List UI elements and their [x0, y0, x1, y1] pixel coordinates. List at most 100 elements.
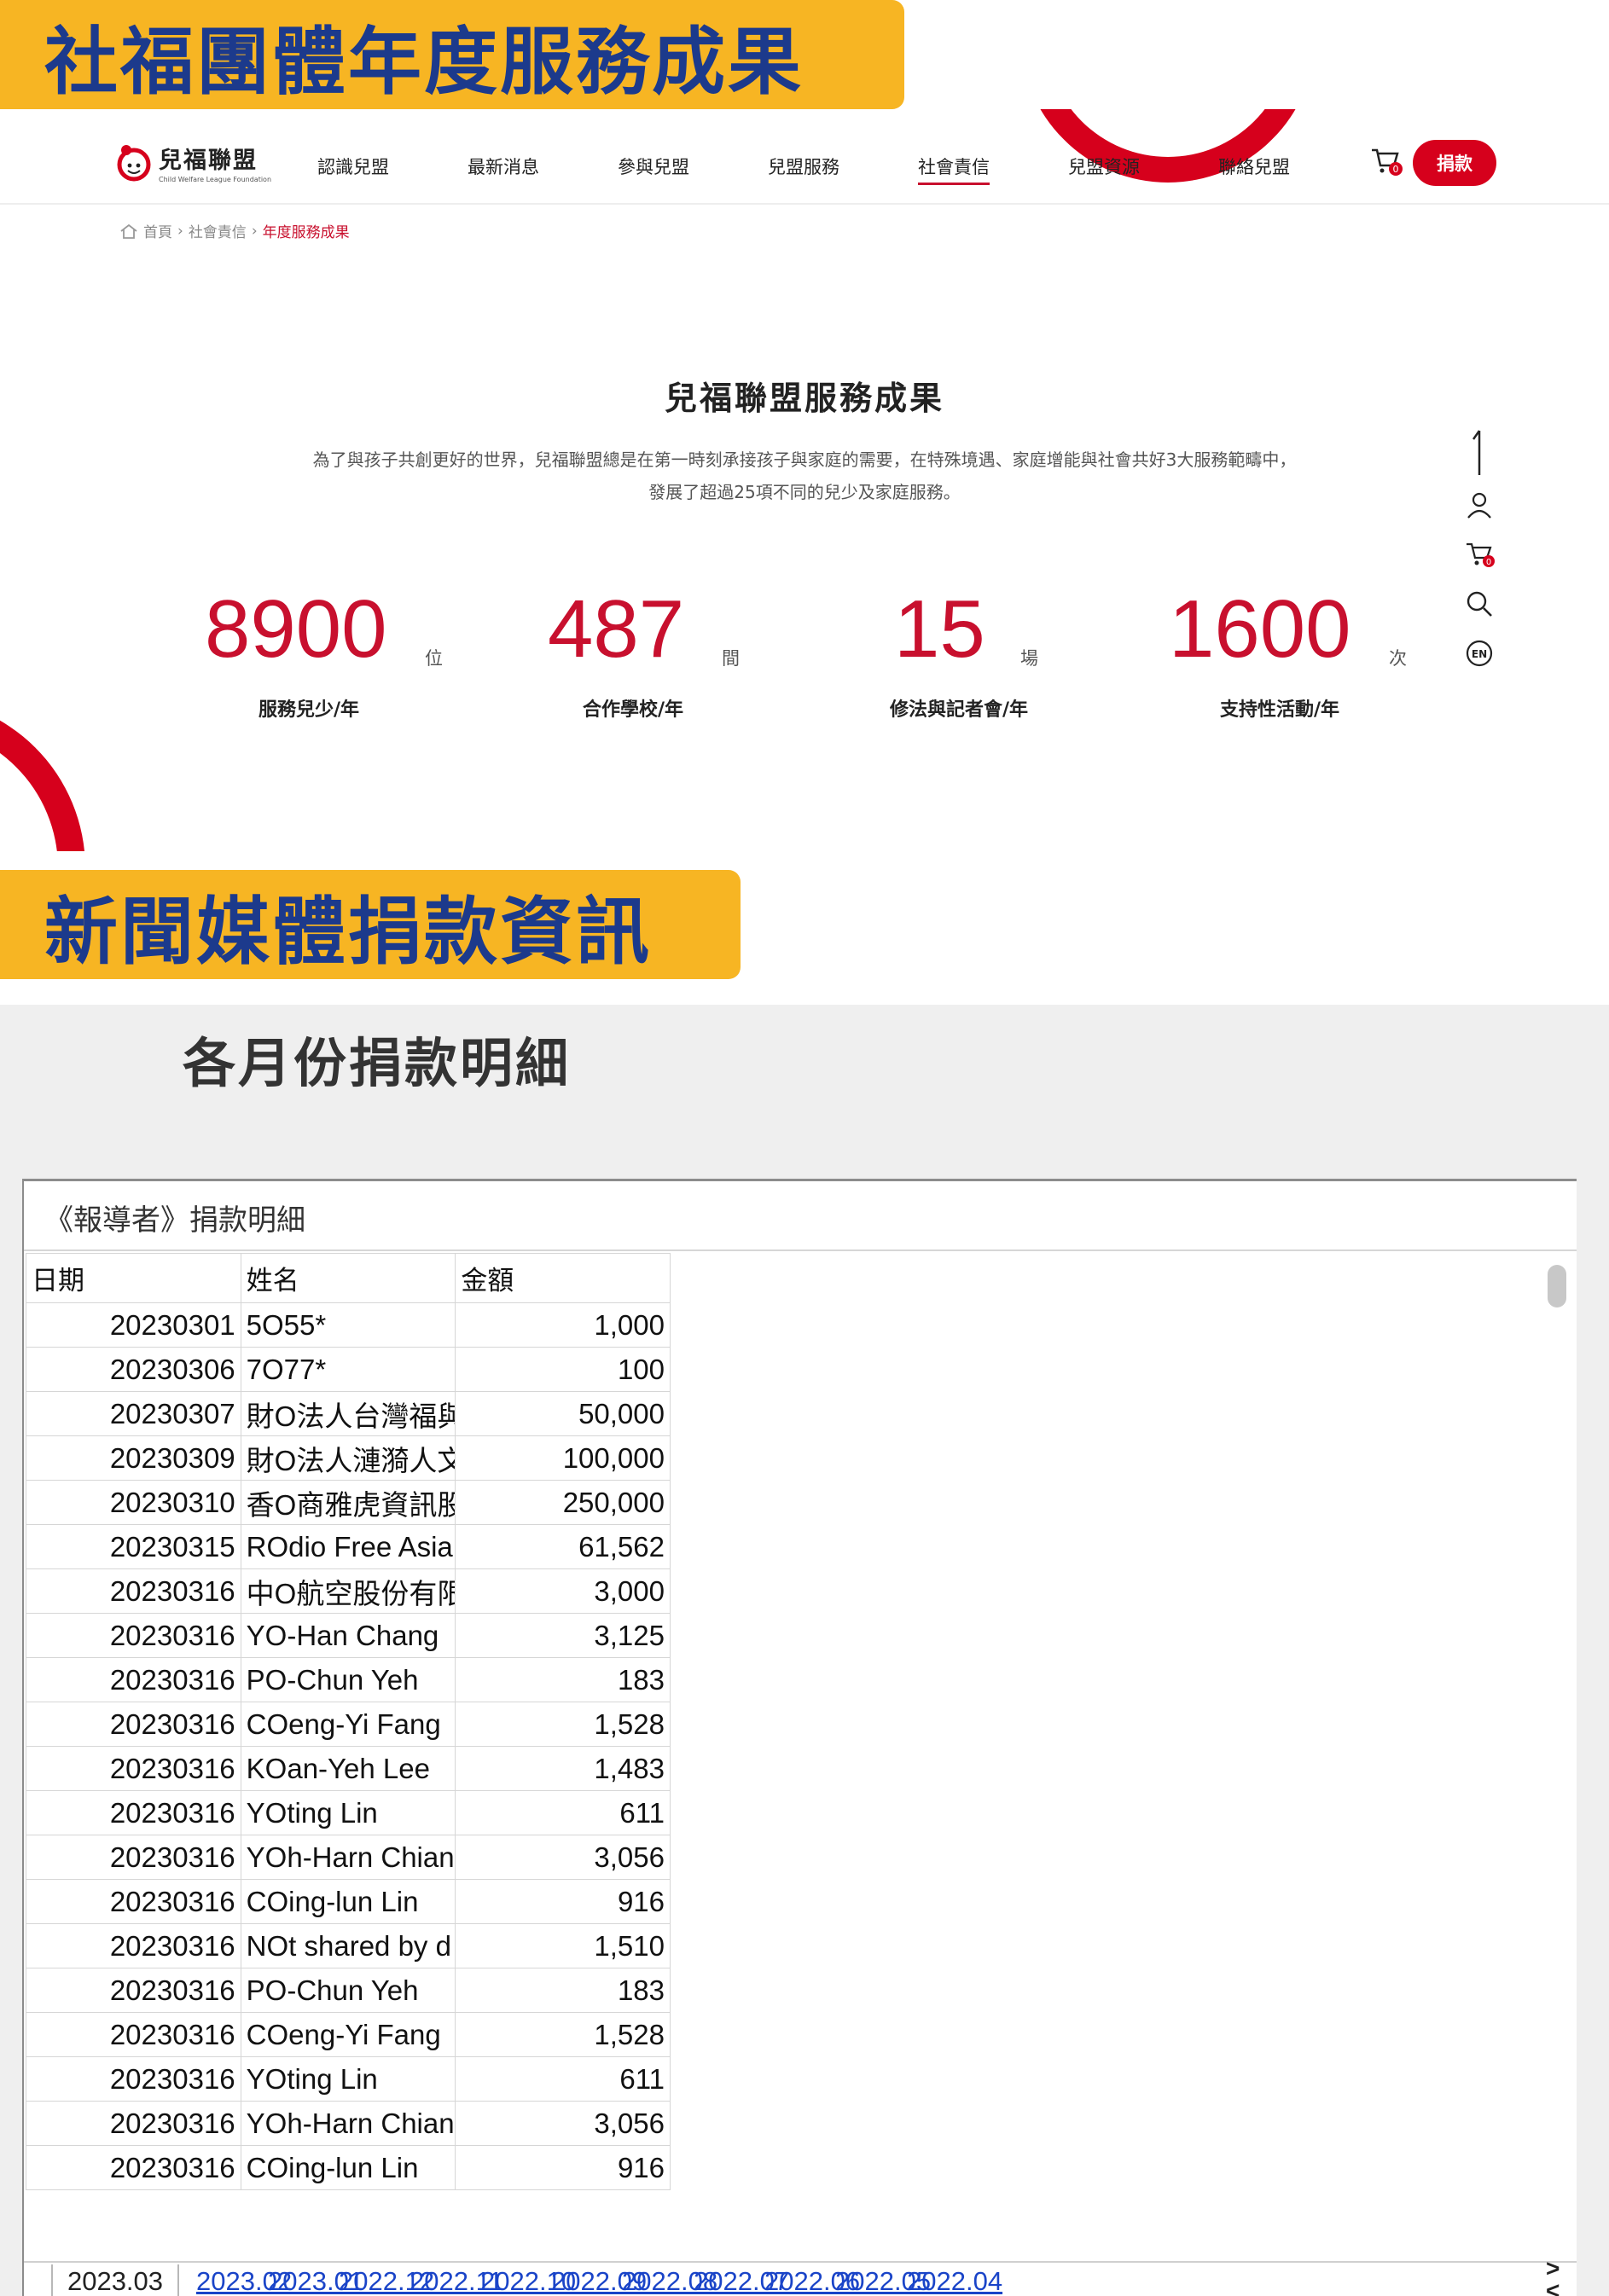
cell-amount[interactable]: 3,056	[455, 1835, 671, 1880]
cell-date[interactable]: 20230316	[26, 2145, 241, 2190]
cell-date[interactable]: 20230316	[26, 1568, 241, 1614]
cell-name[interactable]: YOting Lin	[240, 1790, 456, 1835]
arrow-up-icon[interactable]	[1455, 430, 1503, 475]
column-header-date[interactable]: 日期	[26, 1253, 241, 1303]
cell-amount[interactable]: 611	[455, 2056, 671, 2102]
breadcrumb-parent[interactable]: 社會責信	[189, 220, 247, 241]
cell-name[interactable]: 7O77*	[240, 1347, 456, 1392]
cell-amount[interactable]: 61,562	[455, 1524, 671, 1569]
sheet-tab-2023-03[interactable]: 2023.03	[51, 2264, 179, 2296]
cell-amount[interactable]: 916	[455, 2145, 671, 2190]
cell-name[interactable]: PO-Chun Yeh	[240, 1657, 456, 1702]
table-row: 20230316 COing-lun Lin 916	[26, 1879, 671, 1924]
decorative-arc-left	[0, 698, 85, 851]
cell-date[interactable]: 20230316	[26, 1835, 241, 1880]
cell-amount[interactable]: 50,000	[455, 1391, 671, 1436]
cell-amount[interactable]: 183	[455, 1657, 671, 1702]
tab-prev-arrow[interactable]: <	[1546, 2279, 1571, 2296]
cell-name[interactable]: 香O商雅虎資訊股	[240, 1480, 456, 1525]
cell-amount[interactable]: 100	[455, 1347, 671, 1392]
language-en-icon[interactable]: EN	[1455, 635, 1503, 672]
cell-amount[interactable]: 3,000	[455, 1568, 671, 1614]
cell-name[interactable]: YOh-Harn Chiang	[240, 1835, 456, 1880]
cell-date[interactable]: 20230316	[26, 1790, 241, 1835]
cell-name[interactable]: KOan-Yeh Lee	[240, 1746, 456, 1791]
cell-date[interactable]: 20230301	[26, 1302, 241, 1348]
cell-date[interactable]: 20230316	[26, 2056, 241, 2102]
cell-amount[interactable]: 1,483	[455, 1746, 671, 1791]
cell-amount[interactable]: 250,000	[455, 1480, 671, 1525]
sheet-tab-scroll[interactable]: > <	[1546, 2257, 1571, 2296]
cell-date[interactable]: 20230306	[26, 1347, 241, 1392]
cell-name[interactable]: COeng-Yi Fang	[240, 1702, 456, 1747]
nav-item-services[interactable]: 兒盟服務	[768, 154, 839, 179]
sheet-tab-2022-04[interactable]: 2022.04	[907, 2264, 1002, 2296]
cell-date[interactable]: 20230316	[26, 1968, 241, 2013]
stat-label: 服務兒少/年	[258, 699, 360, 721]
cell-amount[interactable]: 1,528	[455, 2012, 671, 2057]
cell-amount[interactable]: 611	[455, 1790, 671, 1835]
donate-button[interactable]: 捐款	[1413, 140, 1496, 186]
cell-amount[interactable]: 1,510	[455, 1923, 671, 1968]
cell-amount[interactable]: 1,000	[455, 1302, 671, 1348]
cell-amount[interactable]: 3,056	[455, 2101, 671, 2146]
cell-amount[interactable]: 3,125	[455, 1613, 671, 1658]
nav-item-accountability[interactable]: 社會責信	[918, 154, 990, 185]
cell-name[interactable]: YOh-Harn Chiang	[240, 2101, 456, 2146]
site-logo[interactable]: 兒福聯盟 Child Welfare League Foundation	[116, 142, 271, 183]
spreadsheet: 《報導者》捐款明細 日期 姓名 金額 20230301 5O55* 1,000 202…	[22, 1179, 1577, 2296]
cell-date[interactable]: 20230310	[26, 1480, 241, 1525]
stat-partner-schools: 487 間 合作學校/年	[548, 587, 855, 723]
cell-date[interactable]: 20230309	[26, 1435, 241, 1481]
cell-name[interactable]: PO-Chun Yeh	[240, 1968, 456, 2013]
cell-name[interactable]: YO-Han Chang	[240, 1613, 456, 1658]
column-header-amount[interactable]: 金額	[455, 1253, 671, 1303]
search-icon[interactable]	[1455, 585, 1503, 623]
cell-date[interactable]: 20230316	[26, 2101, 241, 2146]
cell-name[interactable]: 中O航空股份有限	[240, 1568, 456, 1614]
cell-date[interactable]: 20230316	[26, 1657, 241, 1702]
table-row: 20230306 7O77* 100	[26, 1347, 671, 1392]
cell-name[interactable]: COeng-Yi Fang	[240, 2012, 456, 2057]
spreadsheet-screenshot: 各月份捐款明細 《報導者》捐款明細 日期 姓名 金額 20230301 5O55*…	[0, 1005, 1609, 2296]
cell-name[interactable]: 財O法人漣漪人文	[240, 1435, 456, 1481]
cell-name[interactable]: COing-lun Lin	[240, 2145, 456, 2190]
table-row: 20230316 PO-Chun Yeh 183	[26, 1968, 671, 2013]
cart-icon[interactable]: 0	[1455, 536, 1503, 573]
sheet-heading: 各月份捐款明細	[183, 1032, 572, 1094]
column-header-name[interactable]: 姓名	[240, 1253, 456, 1303]
cell-name[interactable]: COing-lun Lin	[240, 1879, 456, 1924]
cell-date[interactable]: 20230316	[26, 1746, 241, 1791]
home-icon	[120, 223, 137, 239]
table-row: 20230316 YOting Lin 611	[26, 1790, 671, 1835]
cell-date[interactable]: 20230316	[26, 2012, 241, 2057]
cell-date[interactable]: 20230316	[26, 1879, 241, 1924]
table-row: 20230307 財O法人台灣福與 50,000	[26, 1391, 671, 1436]
breadcrumb-home[interactable]: 首頁	[143, 220, 172, 241]
cell-date[interactable]: 20230307	[26, 1391, 241, 1436]
nav-item-news[interactable]: 最新消息	[468, 154, 539, 179]
cell-date[interactable]: 20230316	[26, 1923, 241, 1968]
table-row: 20230316 COeng-Yi Fang 1,528	[26, 1702, 671, 1747]
cell-amount[interactable]: 1,528	[455, 1702, 671, 1747]
cart-button[interactable]: 0	[1370, 147, 1403, 177]
cell-amount[interactable]: 100,000	[455, 1435, 671, 1481]
cell-name[interactable]: ROdio Free Asia	[240, 1524, 456, 1569]
cell-name[interactable]: 財O法人台灣福與	[240, 1391, 456, 1436]
cell-amount[interactable]: 183	[455, 1968, 671, 2013]
site-nav: 兒福聯盟 Child Welfare League Foundation 認識兒…	[0, 136, 1609, 205]
cell-date[interactable]: 20230316	[26, 1613, 241, 1658]
cell-date[interactable]: 20230315	[26, 1524, 241, 1569]
nav-item-about[interactable]: 認識兒盟	[317, 154, 389, 179]
user-icon[interactable]	[1455, 486, 1503, 524]
vertical-scrollbar[interactable]	[1548, 1265, 1566, 1307]
cell-name[interactable]: NOt shared by d	[240, 1923, 456, 1968]
nav-item-join[interactable]: 參與兒盟	[618, 154, 689, 179]
cell-date[interactable]: 20230316	[26, 1702, 241, 1747]
cell-name[interactable]: YOting Lin	[240, 2056, 456, 2102]
nav-item-resources[interactable]: 兒盟資源	[1068, 154, 1140, 179]
nav-item-contact[interactable]: 聯絡兒盟	[1218, 154, 1290, 179]
stat-label: 修法與記者會/年	[889, 699, 1029, 721]
cell-name[interactable]: 5O55*	[240, 1302, 456, 1348]
cell-amount[interactable]: 916	[455, 1879, 671, 1924]
